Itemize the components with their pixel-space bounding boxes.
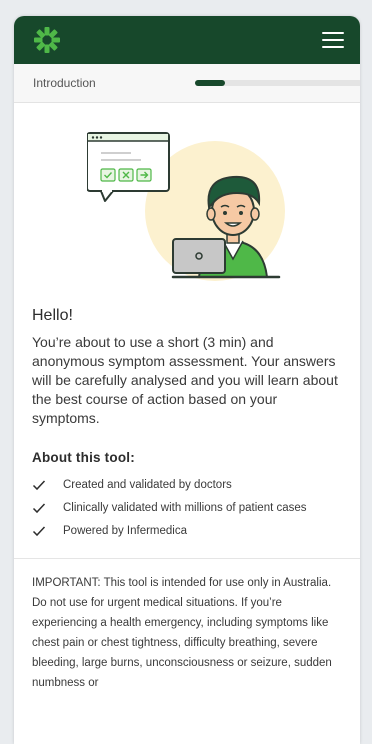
check-icon [32, 479, 46, 490]
main-content: Hello! You’re about to use a short (3 mi… [14, 127, 360, 693]
check-icon [32, 502, 46, 513]
top-bar [14, 16, 360, 64]
divider [14, 558, 360, 559]
feature-item: Clinically validated with millions of pa… [32, 496, 342, 519]
check-icon [32, 525, 46, 536]
feature-text: Powered by Infermedica [63, 524, 188, 537]
progress-track [195, 80, 360, 86]
doctor-with-laptop-illustration [87, 132, 285, 281]
progress-fill [195, 80, 226, 86]
feature-text: Created and validated by doctors [63, 478, 232, 491]
app-window: Introduction Hello! You’re about to use … [14, 16, 360, 744]
feature-list: Created and validated by doctors Clinica… [32, 473, 342, 542]
infermedica-logo-icon[interactable] [34, 27, 60, 53]
intro-text: You’re about to use a short (3 min) and … [32, 334, 338, 426]
greeting-heading: Hello! [32, 307, 73, 324]
about-tool-heading: About this tool: [32, 450, 135, 465]
important-notice: IMPORTANT: This tool is intended for use… [32, 577, 332, 689]
feature-text: Clinically validated with millions of pa… [63, 501, 307, 514]
feature-item: Created and validated by doctors [32, 473, 342, 496]
feature-item: Powered by Infermedica [32, 519, 342, 542]
progress-bar-row: Introduction [14, 64, 360, 103]
hamburger-menu-icon[interactable] [322, 32, 344, 48]
progress-label: Introduction [33, 76, 96, 90]
